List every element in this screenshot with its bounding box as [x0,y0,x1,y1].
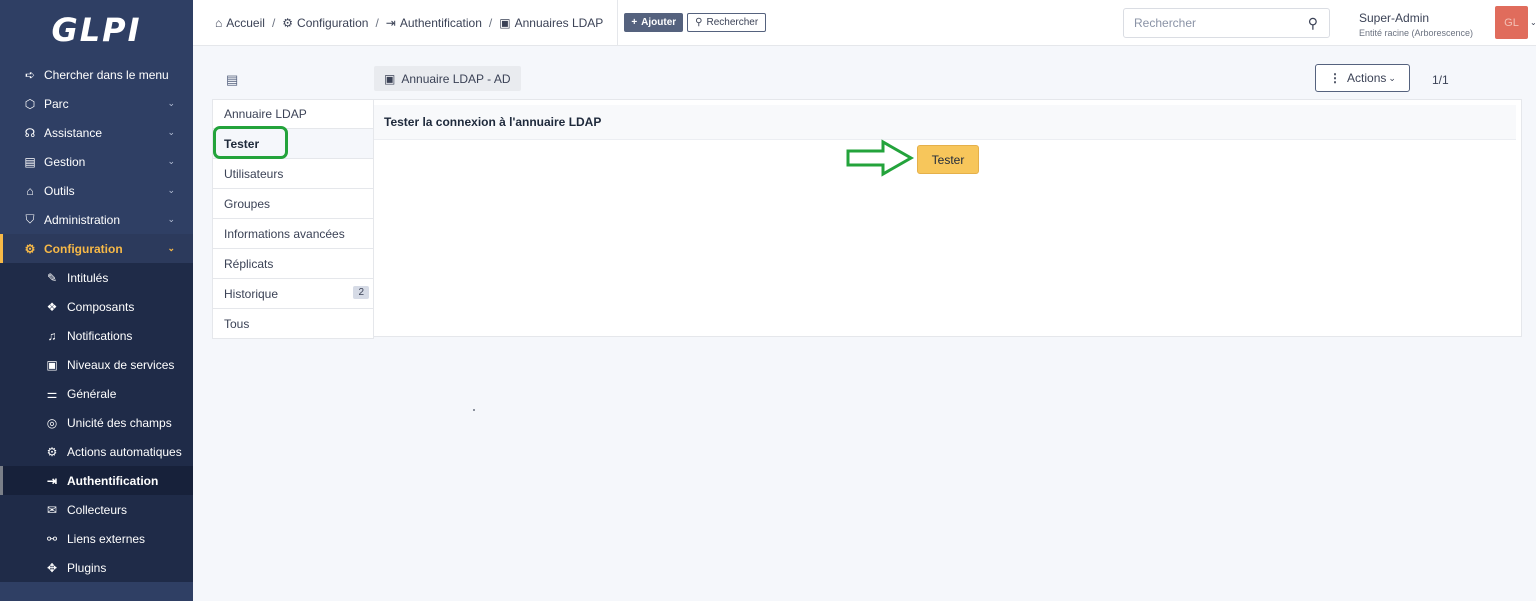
menu-administration[interactable]: ⛉ Administration ⌄ [0,205,193,234]
menu-configuration[interactable]: ⚙ Configuration ⌄ [0,234,193,263]
tab-historique[interactable]: Historique 2 [212,279,374,309]
submenu-authentification[interactable]: ⇥ Authentification [0,466,193,495]
gear-icon: ⚙ [24,241,36,256]
avatar[interactable]: GL [1495,6,1528,39]
headset-icon: ☊ [24,125,36,140]
user-info[interactable]: Super-Admin Entité racine (Arborescence) [1359,11,1473,38]
add-button[interactable]: + Ajouter [624,13,684,32]
edit-icon: ✎ [46,270,58,285]
shield-icon: ⛉ [25,212,35,226]
stray-dot [473,409,475,411]
clipboard-check-icon: ▣ [46,357,58,372]
search-button[interactable]: ⚲ Rechercher [687,13,767,32]
fingerprint-icon: ◎ [46,415,58,430]
wallet-icon: ▤ [24,154,36,169]
adjustments-icon: ⚌ [46,386,58,401]
inbox-icon: ✉ [46,502,58,517]
briefcase-icon: ⌂ [26,183,34,198]
breadcrumb-separator: / [375,15,379,30]
breadcrumb-authentification[interactable]: ⇥ Authentification [386,16,482,30]
chevron-down-icon[interactable]: ⌄ [1530,18,1536,27]
box-icon: ⬡ [24,96,36,111]
menu-gestion[interactable]: ▤ Gestion ⌄ [0,147,193,176]
breadcrumb: ⌂ Accueil / ⚙ Configuration / ⇥ Authentific… [193,16,603,30]
tab-groupes[interactable]: Groupes [212,189,374,219]
submenu-collecteurs[interactable]: ✉ Collecteurs [0,495,193,524]
arrow-right-icon: ➪ [24,67,36,82]
menu-parc[interactable]: ⬡ Parc ⌄ [0,89,193,118]
panel-header: Tester la connexion à l'annuaire LDAP [374,105,1516,140]
submenu-notifications[interactable]: ♫ Notifications [0,321,193,350]
actions-button[interactable]: ⋮ Actions ⌄ [1315,64,1410,92]
chevron-down-icon: ⌄ [167,98,175,108]
home-icon: ⌂ [215,15,223,30]
tab-annuaire-ldap[interactable]: Annuaire LDAP [212,99,374,129]
tab-utilisateurs[interactable]: Utilisateurs [212,159,374,189]
bell-icon: ♫ [47,328,57,343]
components-icon: ❖ [46,299,58,314]
automation-icon: ⚙ [46,444,58,459]
submenu-composants[interactable]: ❖ Composants [0,292,193,321]
tab-panel: Tester la connexion à l'annuaire LDAP Te… [373,99,1522,337]
gear-icon: ⚙ [282,15,294,30]
submenu-plugins[interactable]: ✥ Plugins [0,553,193,582]
user-name: Super-Admin [1359,11,1430,25]
submenu-unicite-champs[interactable]: ◎ Unicité des champs [0,408,193,437]
submenu-generale[interactable]: ⚌ Générale [0,379,193,408]
count-badge: 2 [353,286,369,299]
sidebar: GLPI ➪ Chercher dans le menu ⬡ Parc ⌄ ☊ Assi… [0,0,193,601]
plus-icon: + [631,17,638,28]
submenu-liens-externes[interactable]: ⚯ Liens externes [0,524,193,553]
tab-replicats[interactable]: Réplicats [212,249,374,279]
tab-tester[interactable]: Tester [212,129,374,159]
pager: 1/1 [1432,73,1449,87]
user-entity: Entité racine (Arborescence) [1359,28,1474,38]
top-bar: ⌂ Accueil / ⚙ Configuration / ⇥ Authentific… [193,0,1536,46]
submenu-intitules[interactable]: ✎ Intitulés [0,263,193,292]
toggle-tabs-icon[interactable]: ▤ [226,72,238,88]
search-icon[interactable]: ⚲ [1308,15,1318,32]
chevron-down-icon: ⌄ [167,127,175,137]
more-vertical-icon: ⋮ [1329,71,1342,85]
glpi-logo[interactable]: GLPI [0,0,193,60]
tab-list: Annuaire LDAP Tester Utilisateurs Groupe… [212,99,374,339]
global-search: ⚲ [1123,8,1330,38]
chevron-down-icon: ⌄ [167,243,175,253]
submenu-actions-automatiques[interactable]: ⚙ Actions automatiques [0,437,193,466]
chevron-down-icon: ⌄ [167,214,175,224]
tester-button[interactable]: Tester [917,145,979,174]
toolbar-divider [617,0,619,46]
address-book-icon: ▣ [499,15,511,30]
address-book-icon: ▣ [384,71,396,86]
menu-outils[interactable]: ⌂ Outils ⌄ [0,176,193,205]
menu-search[interactable]: ➪ Chercher dans le menu [0,60,193,89]
breadcrumb-separator: / [488,15,493,30]
arrow-annotation-icon [846,139,915,177]
link-icon: ⚯ [46,531,58,546]
global-search-input[interactable] [1134,16,1294,30]
breadcrumb-configuration[interactable]: ⚙ Configuration [282,16,368,30]
submenu-niveaux-services[interactable]: ▣ Niveaux de services [0,350,193,379]
chevron-down-icon: ⌄ [1388,72,1396,83]
breadcrumb-separator: / [271,15,276,30]
breadcrumb-accueil[interactable]: ⌂ Accueil [215,16,265,30]
object-title: ▣ Annuaire LDAP - AD [374,66,521,91]
tab-informations-avancees[interactable]: Informations avancées [212,219,374,249]
puzzle-icon: ✥ [46,560,58,575]
chevron-down-icon: ⌄ [167,156,175,166]
breadcrumb-annuaires-ldap[interactable]: ▣ Annuaires LDAP [499,16,603,30]
login-icon: ⇥ [385,15,396,30]
tab-tous[interactable]: Tous [212,309,374,339]
configuration-submenu: ✎ Intitulés ❖ Composants ♫ Notifications ▣ N… [0,263,193,582]
menu-assistance[interactable]: ☊ Assistance ⌄ [0,118,193,147]
chevron-down-icon: ⌄ [167,185,175,195]
login-icon: ⇥ [46,473,58,488]
search-icon: ⚲ [695,17,703,28]
